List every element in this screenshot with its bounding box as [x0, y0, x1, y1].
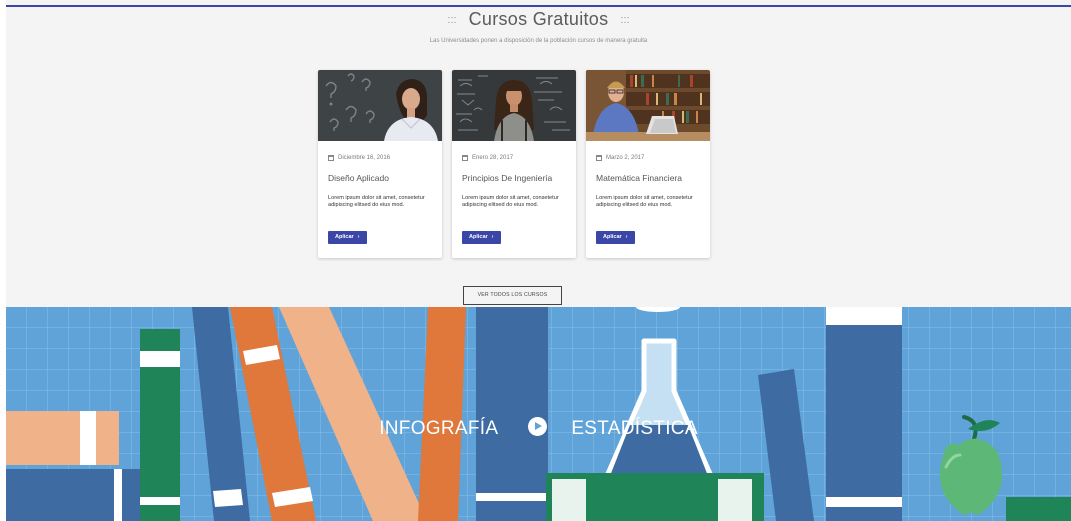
calendar-icon	[596, 155, 602, 161]
calendar-icon	[328, 155, 334, 161]
view-all-courses-button[interactable]: VER TODOS LOS CURSOS	[463, 286, 562, 305]
course-title[interactable]: Matemática Financiera	[596, 173, 682, 183]
course-card: Marzo 2, 2017 Matemática Financiera Lore…	[586, 70, 710, 258]
course-date: Marzo 2, 2017	[596, 155, 644, 161]
course-card: Diciembre 16, 2016 Diseño Aplicado Lorem…	[318, 70, 442, 258]
section-subtitle: Las Universidades ponen a disposición de…	[429, 38, 648, 44]
student-chalkboard-photo	[452, 70, 576, 141]
course-photo	[318, 70, 442, 141]
woman-chalkboard-photo	[318, 70, 442, 141]
course-description: Lorem ipsum dolor sit amet, consetetur a…	[328, 195, 425, 208]
course-title[interactable]: Diseño Aplicado	[328, 173, 389, 183]
course-date-text: Diciembre 16, 2016	[338, 155, 391, 161]
course-date-text: Marzo 2, 2017	[606, 155, 645, 161]
course-date: Diciembre 16, 2016	[328, 155, 390, 161]
section-title-text: Cursos Gratuitos	[468, 9, 609, 29]
apply-button-label: Aplicar	[469, 234, 488, 240]
apply-button[interactable]: Aplicar ›	[328, 231, 367, 244]
course-description: Lorem ipsum dolor sit amet, consetetur a…	[462, 195, 559, 208]
course-description: Lorem ipsum dolor sit amet, consetetur a…	[596, 195, 693, 208]
play-circle-icon[interactable]	[528, 417, 548, 436]
apply-button-label: Aplicar	[603, 234, 622, 240]
course-title[interactable]: Principios De Ingeniería	[462, 173, 552, 183]
section-title: ::: Cursos Gratuitos:::	[6, 9, 1071, 30]
student-library-photo	[586, 70, 710, 141]
infografia-label[interactable]: INFOGRAFÍA	[379, 418, 498, 439]
course-date: Enero 28, 2017	[462, 155, 513, 161]
apply-button[interactable]: Aplicar ›	[462, 231, 501, 244]
title-deco-right: :::	[620, 14, 630, 27]
apply-button-label: Aplicar	[335, 234, 354, 240]
course-photo	[452, 70, 576, 141]
chevron-right-icon: ›	[357, 234, 360, 240]
course-card: Enero 28, 2017 Principios De Ingeniería …	[452, 70, 576, 258]
top-accent-line	[6, 5, 1071, 7]
hero-caption: INFOGRAFÍA ESTADÍSTICA	[6, 417, 1071, 440]
chevron-right-icon: ›	[625, 234, 628, 240]
apply-button[interactable]: Aplicar ›	[596, 231, 635, 244]
title-deco-left: :::	[447, 14, 457, 27]
estadistica-label[interactable]: ESTADÍSTICA	[571, 418, 697, 439]
page: ::: Cursos Gratuitos::: Las Universidades…	[6, 0, 1071, 521]
books-illustration	[6, 307, 1071, 521]
calendar-icon	[462, 155, 468, 161]
chevron-right-icon: ›	[491, 234, 494, 240]
course-photo	[586, 70, 710, 141]
course-date-text: Enero 28, 2017	[472, 155, 514, 161]
hero-banner: INFOGRAFÍA ESTADÍSTICA	[6, 307, 1071, 521]
